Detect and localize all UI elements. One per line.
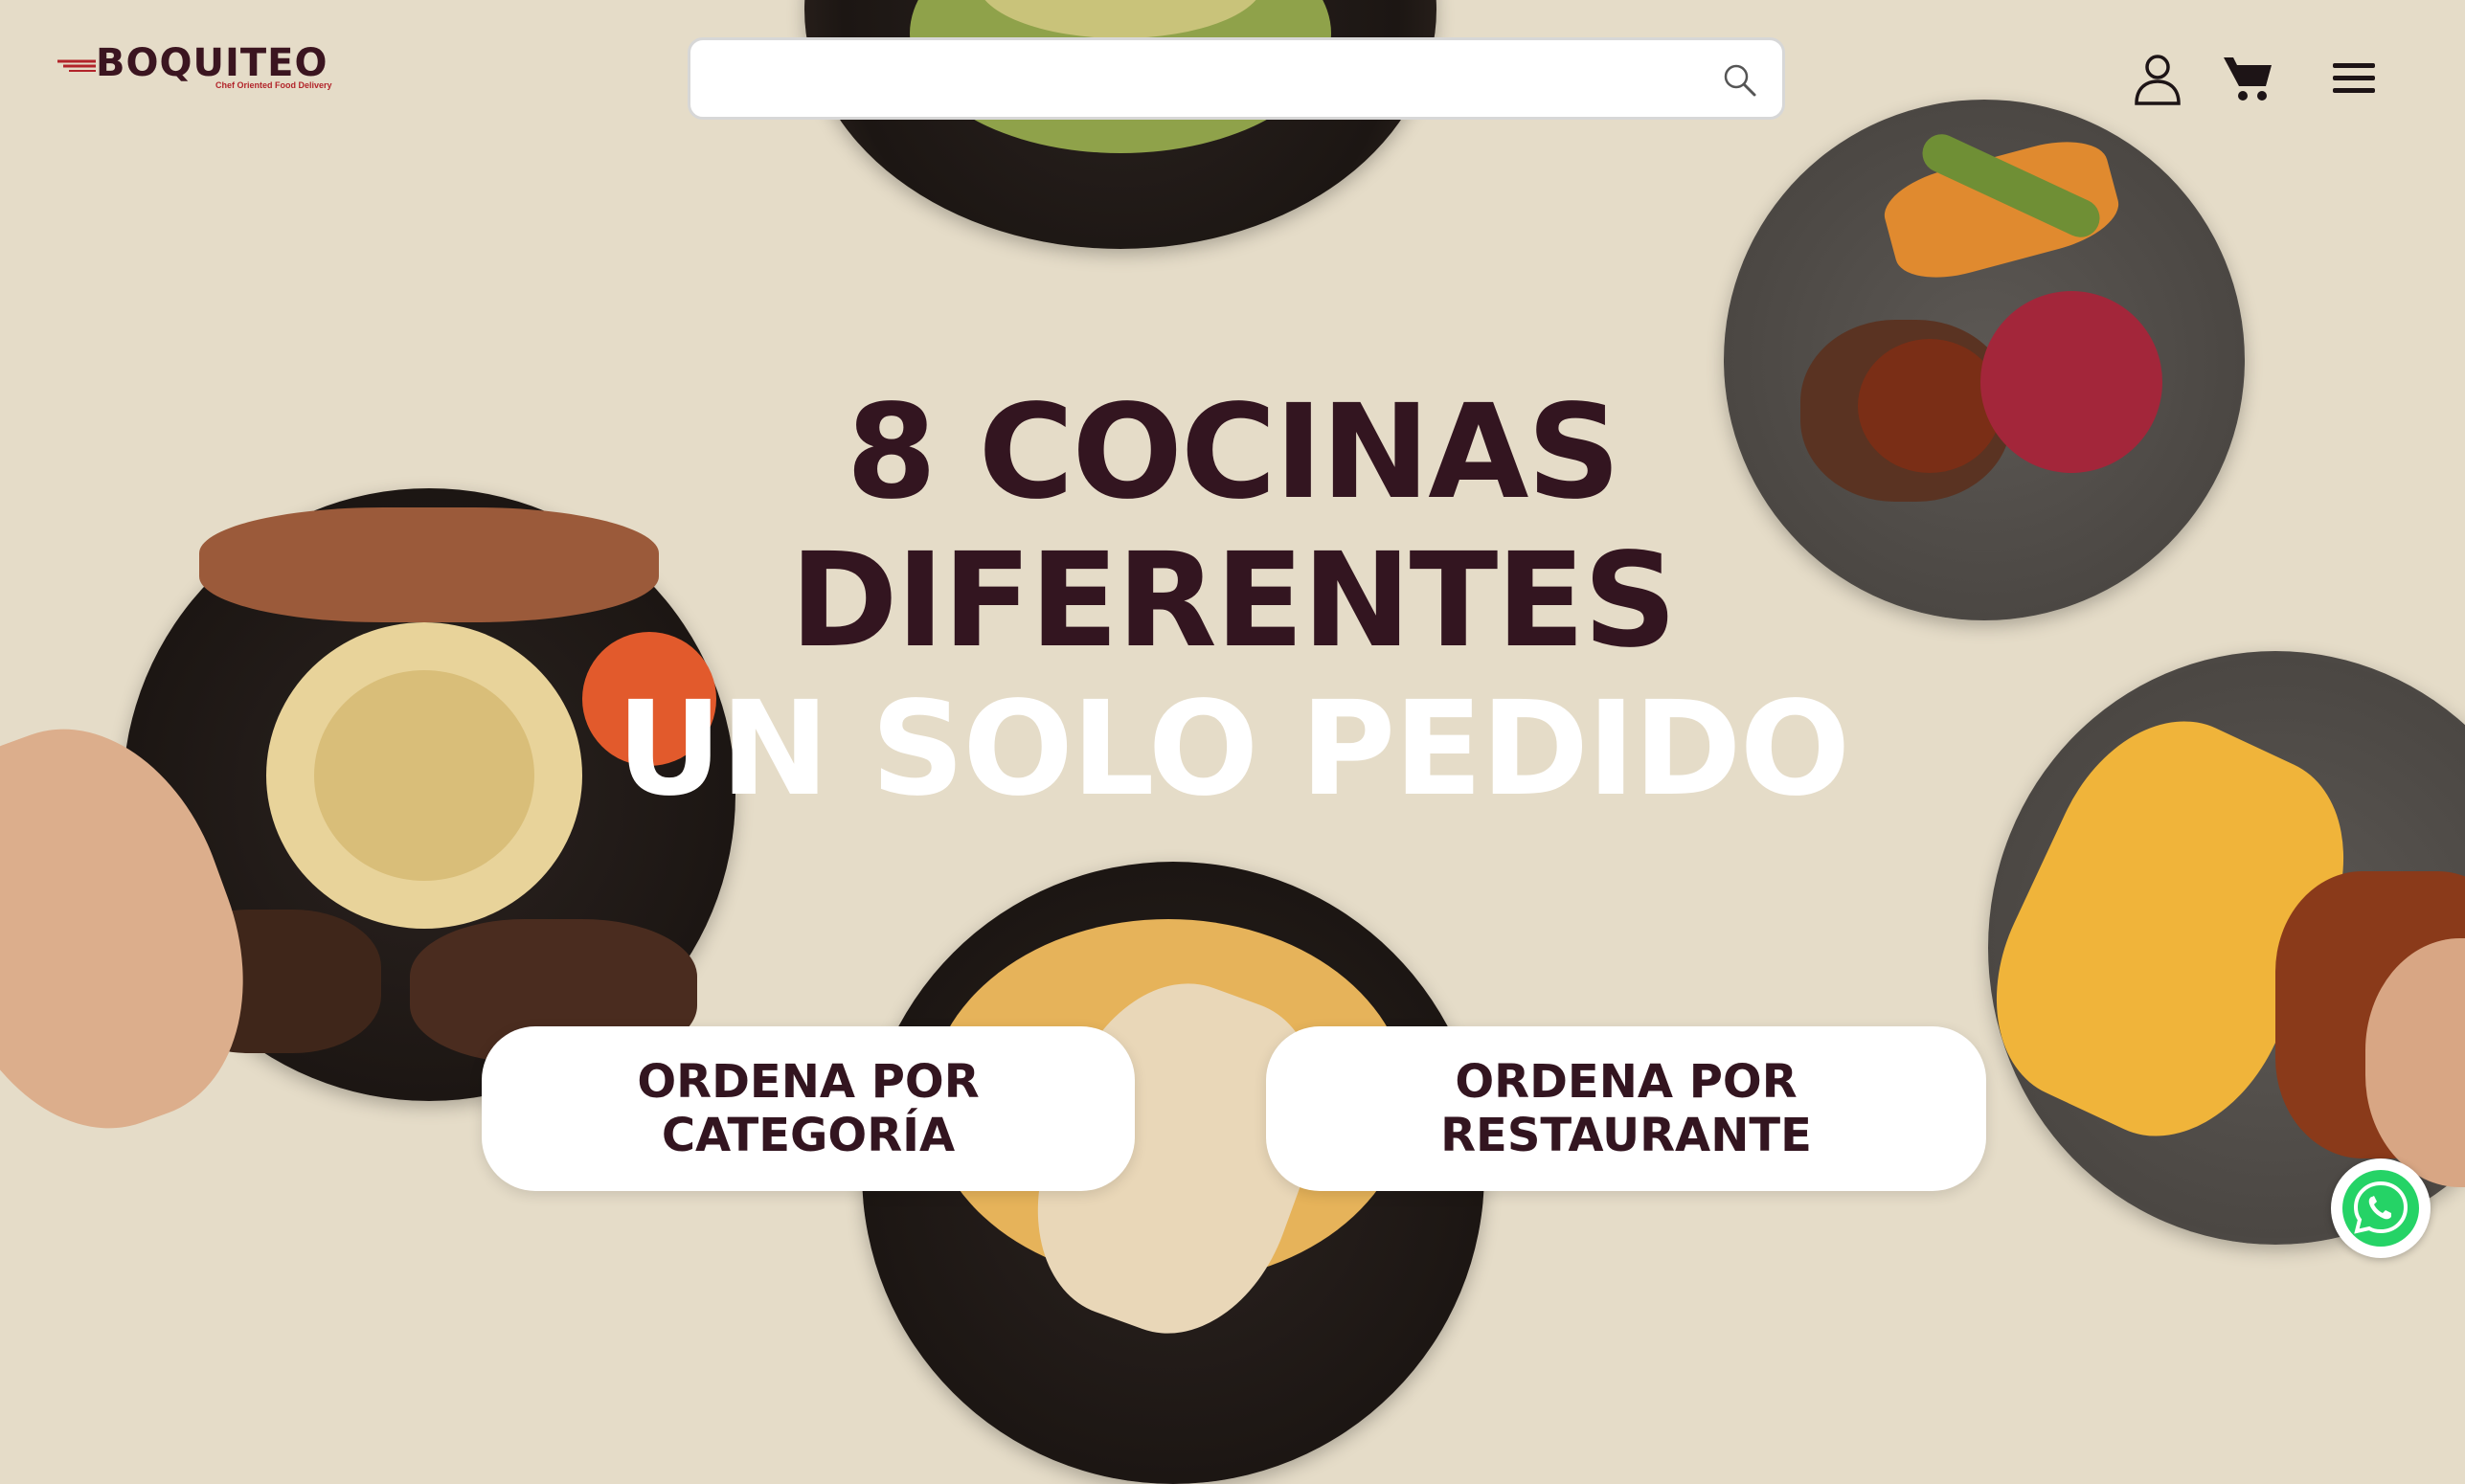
search-input[interactable] [719, 57, 1681, 101]
cart-icon[interactable] [2222, 52, 2275, 105]
order-by-category-button[interactable]: ORDENA POR CATEGORÍA [482, 1026, 1135, 1191]
menu-icon[interactable] [2327, 52, 2381, 105]
whatsapp-icon [2342, 1170, 2419, 1247]
logo-tagline: Chef Oriented Food Delivery [215, 80, 332, 90]
search-icon[interactable] [1721, 61, 1759, 100]
logo-swoosh-icon [57, 59, 96, 72]
whatsapp-button[interactable] [2331, 1158, 2431, 1258]
search-bar[interactable] [688, 37, 1785, 120]
brand-logo[interactable]: BOQUITEO Chef Oriented Food Delivery [57, 42, 335, 92]
hero-line-1: 8 COCINAS [846, 377, 1621, 528]
hero-line-2: DIFERENTES [789, 526, 1677, 677]
hero-line-3: UN SOLO PEDIDO [616, 674, 1851, 825]
order-by-restaurant-button[interactable]: ORDENA POR RESTAURANTE [1266, 1026, 1986, 1191]
user-icon[interactable] [2131, 52, 2184, 105]
